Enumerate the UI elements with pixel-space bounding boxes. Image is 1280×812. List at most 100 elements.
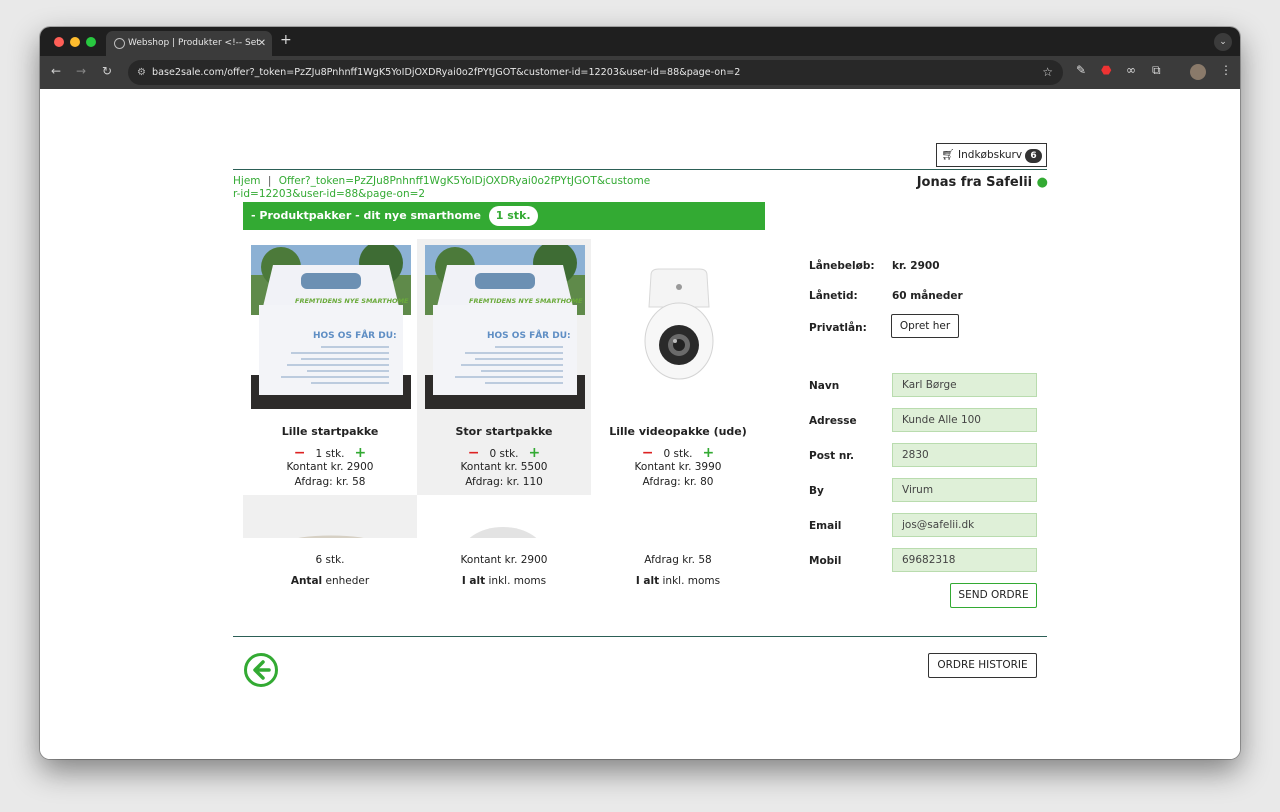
- total-cash-label-bold: I alt: [461, 575, 486, 587]
- breadcrumb-home-link[interactable]: Hjem: [233, 175, 261, 187]
- product-installment-price: Afdrag: kr. 80: [642, 476, 714, 488]
- product-name: Lille startpakke: [281, 425, 379, 438]
- total-installment-label: I alt inkl. moms: [591, 575, 765, 587]
- product-image: FREMTIDENS NYE SMARTHOME HOS OS FÅR DU:: [425, 245, 585, 409]
- tab-strip: Webshop | Produkter <!-- Set ✕ + ⌄: [40, 27, 1240, 56]
- product-installment-price: Afdrag: kr. 58: [294, 476, 366, 488]
- quantity-stepper: −0 stk. +: [417, 445, 591, 461]
- increase-quantity-button[interactable]: +: [355, 445, 367, 461]
- decrease-quantity-button[interactable]: −: [294, 445, 306, 461]
- browser-menu-icon[interactable]: ⋮: [1220, 63, 1232, 77]
- quantity-stepper: −0 stk. +: [591, 445, 765, 461]
- user-icon: ●: [1036, 175, 1048, 190]
- create-private-loan-button[interactable]: Opret her: [891, 314, 959, 338]
- address-field[interactable]: Kunde Alle 100: [892, 408, 1037, 432]
- close-window-button[interactable]: [54, 37, 64, 47]
- back-arrow-circle-icon[interactable]: [243, 652, 279, 688]
- browser-tab[interactable]: Webshop | Produkter <!-- Set ✕: [106, 31, 272, 56]
- loan-term-label: Lånetid:: [809, 290, 858, 302]
- user-display: Jonas fra Safelii ●: [917, 175, 1048, 190]
- name-field[interactable]: Karl Børge: [892, 373, 1037, 397]
- box-heading-text: HOS OS FÅR DU:: [487, 330, 571, 341]
- loan-amount-value: kr. 2900: [892, 260, 940, 272]
- quantity-stepper: −1 stk. +: [243, 445, 417, 461]
- box-brand-text: FREMTIDENS NYE SMARTHOME: [469, 297, 583, 305]
- increase-quantity-button[interactable]: +: [703, 445, 715, 461]
- category-title: Produktpakker - dit nye smarthome: [259, 209, 481, 222]
- cart-icon: 🛒︎: [941, 149, 955, 161]
- maximize-window-button[interactable]: [86, 37, 96, 47]
- address-bar[interactable]: ⚙ base2sale.com/offer?_token=PzZJu8Pnhnf…: [128, 60, 1063, 85]
- header-divider: [233, 169, 1047, 170]
- minimize-window-button[interactable]: [70, 37, 80, 47]
- loan-amount-label: Lånebeløb:: [809, 260, 875, 272]
- total-units-label: Antal enheder: [243, 575, 417, 587]
- mobile-field[interactable]: 69682318: [892, 548, 1037, 572]
- profile-avatar-icon[interactable]: [1190, 64, 1206, 80]
- back-arrow-icon[interactable]: ←: [51, 64, 61, 78]
- send-order-button[interactable]: SEND ORDRE: [950, 583, 1037, 608]
- address-label: Adresse: [809, 415, 857, 427]
- name-label: Navn: [809, 380, 840, 392]
- quantity-value: 1 stk.: [315, 448, 345, 460]
- browser-window: Webshop | Produkter <!-- Set ✕ + ⌄ ← → ↻…: [40, 27, 1240, 759]
- email-label: Email: [809, 520, 842, 532]
- total-units-value: 6 stk.: [315, 554, 345, 566]
- new-tab-icon[interactable]: +: [280, 32, 292, 48]
- product-card[interactable]: FREMTIDENS NYE SMARTHOME HOS OS FÅR DU: …: [417, 239, 591, 495]
- user-name: Jonas fra Safelii: [916, 175, 1033, 190]
- breadcrumb: Hjem | Offer?_token=PzZJu8Pnhnff1WgK5YoI…: [233, 175, 653, 201]
- site-settings-icon[interactable]: ⚙: [137, 60, 146, 85]
- bookmark-star-icon[interactable]: ☆: [1042, 60, 1053, 85]
- product-card-peek[interactable]: [417, 495, 591, 538]
- order-history-button[interactable]: ORDRE HISTORIE: [928, 653, 1037, 678]
- close-tab-icon[interactable]: ✕: [258, 31, 266, 56]
- product-cash-price: Kontant kr. 3990: [634, 461, 722, 473]
- cart-button[interactable]: 🛒︎ Indkøbskurv 6: [936, 143, 1047, 167]
- total-units-label-text: enheder: [325, 575, 370, 587]
- category-header[interactable]: - Produktpakker - dit nye smarthome 1 st…: [243, 202, 765, 230]
- collapse-icon[interactable]: -: [251, 209, 256, 222]
- webshop-page: 🛒︎ Indkøbskurv 6 Hjem | Offer?_token=PzZ…: [40, 89, 1240, 759]
- product-name: Stor startpakke: [455, 425, 553, 438]
- product-installment-price: Afdrag: kr. 110: [465, 476, 543, 488]
- quantity-value: 0 stk.: [663, 448, 693, 460]
- email-field[interactable]: jos@safelii.dk: [892, 513, 1037, 537]
- total-cash-label-text: inkl. moms: [488, 575, 547, 587]
- increase-quantity-button[interactable]: +: [529, 445, 541, 461]
- globe-icon: [114, 38, 125, 49]
- forward-arrow-icon[interactable]: →: [76, 64, 86, 78]
- breadcrumb-current-link[interactable]: Offer?_token=PzZJu8Pnhnff1WgK5YoIDjOXDRy…: [233, 175, 650, 200]
- quantity-value: 0 stk.: [489, 448, 519, 460]
- breadcrumb-separator: |: [267, 175, 272, 187]
- product-cash-price: Kontant kr. 5500: [460, 461, 548, 473]
- postal-code-field[interactable]: 2830: [892, 443, 1037, 467]
- reload-icon[interactable]: ↻: [102, 64, 112, 78]
- decrease-quantity-button[interactable]: −: [642, 445, 654, 461]
- total-cash-value: Kontant kr. 2900: [460, 554, 548, 566]
- extensions-puzzle-icon[interactable]: ⧉: [1152, 63, 1161, 78]
- total-units-label-bold: Antal: [290, 575, 323, 587]
- total-cash-label: I alt inkl. moms: [417, 575, 591, 587]
- city-field[interactable]: Virum: [892, 478, 1037, 502]
- box-brand-text: FREMTIDENS NYE SMARTHOME: [295, 297, 409, 305]
- product-card[interactable]: Lille videopakke (ude) −0 stk. + Kontant …: [591, 239, 765, 495]
- postal-code-label: Post nr.: [809, 450, 854, 462]
- product-card-peek[interactable]: [243, 495, 417, 538]
- tab-title: Webshop | Produkter <!-- Set: [128, 38, 260, 48]
- shield-extension-icon[interactable]: ⬣: [1101, 63, 1111, 77]
- footer-divider: [233, 636, 1047, 637]
- cart-label: Indkøbskurv: [958, 149, 1023, 161]
- url-text: base2sale.com/offer?_token=PzZJu8Pnhnff1…: [152, 67, 741, 78]
- decrease-quantity-button[interactable]: −: [468, 445, 480, 461]
- private-loan-label: Privatlån:: [809, 322, 867, 334]
- glasses-extension-icon[interactable]: ∞: [1126, 63, 1136, 77]
- category-count-badge: 1 stk.: [488, 206, 538, 226]
- product-card[interactable]: FREMTIDENS NYE SMARTHOME HOS OS FÅR DU: …: [243, 239, 417, 495]
- product-cash-price: Kontant kr. 2900: [286, 461, 374, 473]
- product-name: Lille videopakke (ude): [609, 425, 747, 438]
- tab-search-icon[interactable]: ⌄: [1214, 33, 1232, 51]
- eyedropper-extension-icon[interactable]: ✎: [1076, 63, 1086, 77]
- loan-term-value: 60 måneder: [892, 290, 963, 302]
- total-installment-label-bold: I alt: [635, 575, 660, 587]
